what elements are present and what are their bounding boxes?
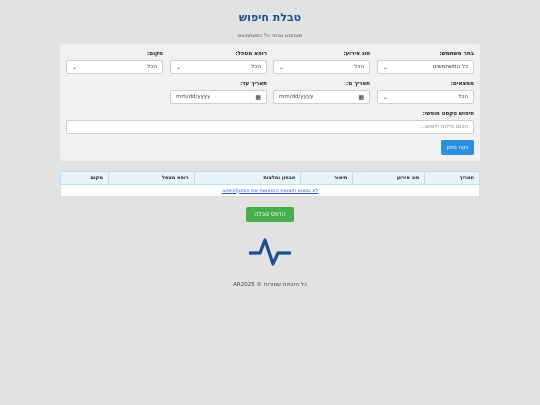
free-text-search-input[interactable]: הכנס מילות חיפוש... bbox=[66, 120, 474, 134]
calendar-icon[interactable]: ▦ bbox=[255, 94, 261, 101]
calendar-icon[interactable]: ▦ bbox=[358, 94, 364, 101]
filter-panel: בחר משתמש: סוג אירוע: רופא מטפל: מקום: כ… bbox=[60, 44, 480, 161]
column-header-diagnosis[interactable]: אבחון ומלצות bbox=[193, 171, 302, 185]
pulse-icon bbox=[248, 238, 292, 266]
location-select-value: הכל bbox=[147, 64, 157, 70]
page-title: טבלת חיפוש bbox=[238, 11, 302, 24]
findings-select[interactable]: הכל ⌄ bbox=[377, 90, 474, 104]
logo bbox=[248, 237, 292, 267]
location-filter-label: מקום: bbox=[147, 51, 163, 57]
user-select[interactable]: כל המשתמשים ⌄ bbox=[377, 60, 474, 74]
chevron-down-icon: ⌄ bbox=[72, 63, 78, 71]
date-from-input[interactable]: mm/dd/yyyy ▦ bbox=[273, 90, 370, 104]
date-to-input[interactable]: mm/dd/yyyy ▦ bbox=[170, 90, 267, 104]
doctor-select[interactable]: הכל ⌄ bbox=[170, 60, 267, 74]
results-table: תאריך סוג אירוע תיאור אבחון ומלצות רופא … bbox=[60, 171, 480, 197]
print-table-button[interactable]: הדפס טבלה bbox=[246, 207, 294, 222]
chevron-down-icon: ⌄ bbox=[279, 63, 285, 71]
chevron-down-icon: ⌄ bbox=[383, 63, 389, 71]
clear-filter-button[interactable]: נקה סינון bbox=[441, 140, 474, 155]
doctor-select-value: הכל bbox=[251, 64, 261, 70]
column-header-event-type[interactable]: סוג אירוע bbox=[352, 171, 426, 185]
chevron-down-icon: ⌄ bbox=[176, 63, 182, 71]
footer-copyright: כל הזכויות שמורות © AR2025 bbox=[233, 282, 307, 288]
date-from-value: mm/dd/yyyy bbox=[279, 94, 314, 100]
free-text-placeholder: הכנס מילות חיפוש... bbox=[420, 124, 468, 130]
event-type-value: הכל bbox=[354, 64, 364, 70]
column-header-doctor[interactable]: רופא מטפל bbox=[107, 171, 195, 185]
chevron-down-icon: ⌄ bbox=[383, 93, 389, 101]
event-type-select[interactable]: הכל ⌄ bbox=[273, 60, 370, 74]
column-header-location[interactable]: מקום bbox=[60, 171, 109, 185]
current-user-text: משתמש נוכחי: כל המשתמשים bbox=[237, 33, 303, 39]
free-text-label: חיפוש טקסט חופשי: bbox=[422, 111, 474, 117]
no-results-message[interactable]: לא נמצאו תוצאות התואמות את הסינון/חיפוש. bbox=[60, 184, 480, 197]
doctor-filter-label: רופא מטפל: bbox=[235, 51, 267, 57]
date-to-label: תאריך עד: bbox=[240, 81, 267, 87]
column-header-date[interactable]: תאריך bbox=[424, 171, 480, 185]
column-header-description[interactable]: תיאור bbox=[300, 171, 354, 185]
findings-label: ממצאים: bbox=[450, 81, 474, 87]
event-type-label: סוג אירוע: bbox=[343, 51, 370, 57]
date-to-value: mm/dd/yyyy bbox=[176, 94, 211, 100]
table-header-row: תאריך סוג אירוע תיאור אבחון ומלצות רופא … bbox=[60, 171, 480, 185]
user-select-value: כל המשתמשים bbox=[432, 64, 468, 70]
user-filter-label: בחר משתמש: bbox=[439, 51, 474, 57]
location-select[interactable]: הכל ⌄ bbox=[66, 60, 163, 74]
date-from-label: תאריך מ: bbox=[346, 81, 370, 87]
findings-select-value: הכל bbox=[458, 94, 468, 100]
table-row: לא נמצאו תוצאות התואמות את הסינון/חיפוש. bbox=[60, 184, 480, 197]
